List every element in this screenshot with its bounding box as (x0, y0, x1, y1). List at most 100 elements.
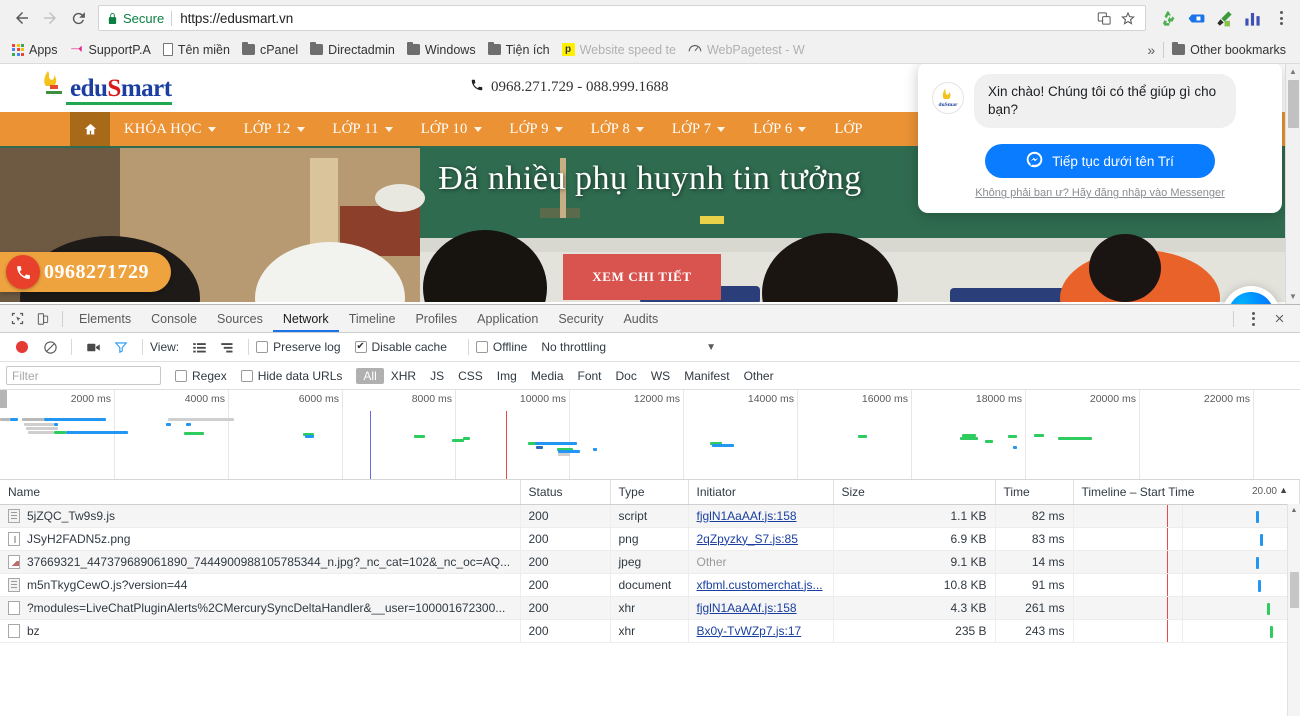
filter-type-ws[interactable]: WS (644, 368, 677, 384)
bookmark-other-bookmarks[interactable]: Other bookmarks (1172, 40, 1292, 60)
table-row[interactable]: ?modules=LiveChatPluginAlerts%2CMercuryS… (0, 596, 1300, 620)
overview-left-handle[interactable] (0, 390, 7, 408)
nav-item-lop-12[interactable]: LỚP 12 (230, 112, 319, 146)
messenger-switch-account-link[interactable]: Không phải bạn ư? Hãy đăng nhập vào Mess… (932, 187, 1268, 199)
initiator-link[interactable]: fjglN1AaAAf.js:158 (697, 509, 797, 523)
table-row[interactable]: 5jZQC_Tw9s9.js 200 script fjglN1AaAAf.js… (0, 504, 1300, 528)
cell-initiator[interactable]: 2qZpyzky_S7.js:85 (688, 527, 834, 551)
filter-type-media[interactable]: Media (524, 368, 571, 384)
close-icon[interactable] (1266, 306, 1292, 332)
nav-item-khoa-hoc[interactable]: KHÓA HỌC (110, 112, 230, 146)
tab-sources[interactable]: Sources (207, 305, 273, 332)
cell-initiator[interactable]: Bx0y-TvWZp7.js:17 (688, 619, 834, 643)
table-row[interactable]: m5nTkygCewO.js?version=44 200 document x… (0, 573, 1300, 597)
page-scrollbar[interactable]: ▲ ▼ (1285, 64, 1300, 304)
hero-phone-badge[interactable]: 0968271729 (0, 252, 171, 292)
tab-console[interactable]: Console (141, 305, 207, 332)
cell-initiator[interactable]: fjglN1AaAAf.js:158 (688, 596, 834, 620)
tab-timeline[interactable]: Timeline (339, 305, 406, 332)
inspect-element-icon[interactable] (4, 306, 30, 332)
nav-item-lop-7[interactable]: LỚP 7 (658, 112, 739, 146)
chart-extension-icon[interactable] (1240, 6, 1264, 30)
cell-name[interactable]: bz (0, 619, 521, 643)
preserve-log-checkbox[interactable] (256, 341, 269, 353)
cell-name[interactable]: 37669321_447379689061890_744490098810578… (0, 550, 521, 574)
capture-screenshots-icon[interactable] (79, 335, 107, 359)
filter-type-js[interactable]: JS (423, 368, 451, 384)
messenger-continue-button[interactable]: Tiếp tục dưới tên Trí (985, 144, 1215, 179)
bookmark-star-icon[interactable] (1117, 7, 1139, 29)
cell-name[interactable]: JSyH2FADN5z.png (0, 527, 521, 551)
back-arrow-icon[interactable] (8, 4, 36, 32)
disable-cache-checkbox[interactable] (354, 341, 367, 353)
recycle-extension-icon[interactable] (1156, 6, 1180, 30)
bookmark-website-speed[interactable]: p Website speed te (556, 40, 682, 60)
bookmark-ten-mien[interactable]: Tên miền (157, 40, 236, 60)
column-type[interactable]: Type (610, 480, 689, 505)
header-phone[interactable]: 0968.271.729 - 088.999.1688 (470, 78, 669, 97)
initiator-link[interactable]: fjglN1AaAAf.js:158 (697, 601, 797, 615)
nav-item-lop-9[interactable]: LỚP 9 (496, 112, 577, 146)
filter-type-font[interactable]: Font (571, 368, 609, 384)
address-bar[interactable]: Secure https://edusmart.vn (98, 5, 1146, 31)
badge-extension-icon[interactable] (1184, 6, 1208, 30)
tab-network[interactable]: Network (273, 305, 339, 332)
filter-input[interactable] (6, 366, 161, 385)
table-scrollbar-thumb[interactable] (1290, 572, 1299, 608)
filter-type-all[interactable]: All (356, 367, 384, 384)
scroll-down-arrow-icon[interactable]: ▼ (1286, 289, 1300, 304)
table-scrollbar[interactable]: ▲ ▼ (1287, 504, 1300, 716)
filter-type-css[interactable]: CSS (451, 368, 490, 384)
initiator-link[interactable]: xfbml.customerchat.js... (697, 578, 823, 592)
filter-type-other[interactable]: Other (737, 368, 781, 384)
filter-type-img[interactable]: Img (490, 368, 524, 384)
chrome-menu-icon[interactable] (1270, 6, 1292, 30)
column-status[interactable]: Status (520, 480, 611, 505)
offline-option[interactable]: Offline (475, 340, 527, 354)
column-initiator[interactable]: Initiator (688, 480, 834, 505)
bookmark-webpagetest[interactable]: WebPagetest - W (682, 40, 811, 60)
nav-item-lop-8[interactable]: LỚP 8 (577, 112, 658, 146)
bookmark-apps[interactable]: Apps (6, 40, 64, 60)
tab-application[interactable]: Application (467, 305, 548, 332)
filter-type-xhr[interactable]: XHR (384, 368, 423, 384)
eyedropper-extension-icon[interactable] (1212, 6, 1236, 30)
bookmark-directadmin[interactable]: Directadmin (304, 40, 401, 60)
scroll-up-arrow-icon[interactable]: ▲ (1286, 64, 1300, 79)
initiator-link[interactable]: Bx0y-TvWZp7.js:17 (697, 624, 802, 638)
bookmark-supportpa[interactable]: SupportP.A (64, 40, 157, 60)
toggle-device-toolbar-icon[interactable] (30, 306, 56, 332)
tab-audits[interactable]: Audits (613, 305, 668, 332)
bookmarks-overflow-icon[interactable]: » (1147, 42, 1155, 58)
nav-item-lop-6[interactable]: LỚP 6 (739, 112, 820, 146)
tab-elements[interactable]: Elements (69, 305, 141, 332)
bookmark-windows[interactable]: Windows (401, 40, 482, 60)
regex-checkbox[interactable] (175, 369, 187, 382)
bookmark-tien-ich[interactable]: Tiện ích (482, 40, 556, 60)
record-button[interactable] (8, 335, 36, 359)
nav-item-lop-10[interactable]: LỚP 10 (407, 112, 496, 146)
regex-option[interactable]: Regex (175, 369, 227, 383)
cell-name[interactable]: m5nTkygCewO.js?version=44 (0, 573, 521, 597)
clear-button[interactable] (36, 335, 64, 359)
view-list-icon[interactable] (185, 335, 213, 359)
initiator-link[interactable]: 2qZpyzky_S7.js:85 (697, 532, 798, 546)
translate-icon[interactable] (1093, 7, 1115, 29)
filter-type-doc[interactable]: Doc (609, 368, 644, 384)
network-requests-table[interactable]: Name Status Type Initiator Size Time Tim… (0, 480, 1300, 716)
cell-name[interactable]: ?modules=LiveChatPluginAlerts%2CMercuryS… (0, 596, 521, 620)
hide-data-urls-option[interactable]: Hide data URLs (240, 369, 342, 383)
column-time[interactable]: Time (995, 480, 1074, 505)
table-row[interactable]: 37669321_447379689061890_744490098810578… (0, 550, 1300, 574)
bookmark-cpanel[interactable]: cPanel (236, 40, 304, 60)
filter-type-manifest[interactable]: Manifest (677, 368, 736, 384)
column-timeline[interactable]: Timeline – Start Time 20.00 ▲ (1073, 480, 1300, 505)
throttling-select[interactable]: No throttling ▼ (541, 340, 716, 354)
table-row[interactable]: JSyH2FADN5z.png 200 png 2qZpyzky_S7.js:8… (0, 527, 1300, 551)
preserve-log-option[interactable]: Preserve log (256, 340, 341, 354)
hero-cta-button[interactable]: XEM CHI TIẾT (563, 254, 721, 300)
hide-data-urls-checkbox[interactable] (240, 369, 253, 382)
scroll-up-arrow-icon[interactable]: ▲ (1288, 504, 1300, 517)
cell-initiator[interactable]: xfbml.customerchat.js... (688, 573, 834, 597)
disable-cache-option[interactable]: Disable cache (354, 340, 447, 354)
